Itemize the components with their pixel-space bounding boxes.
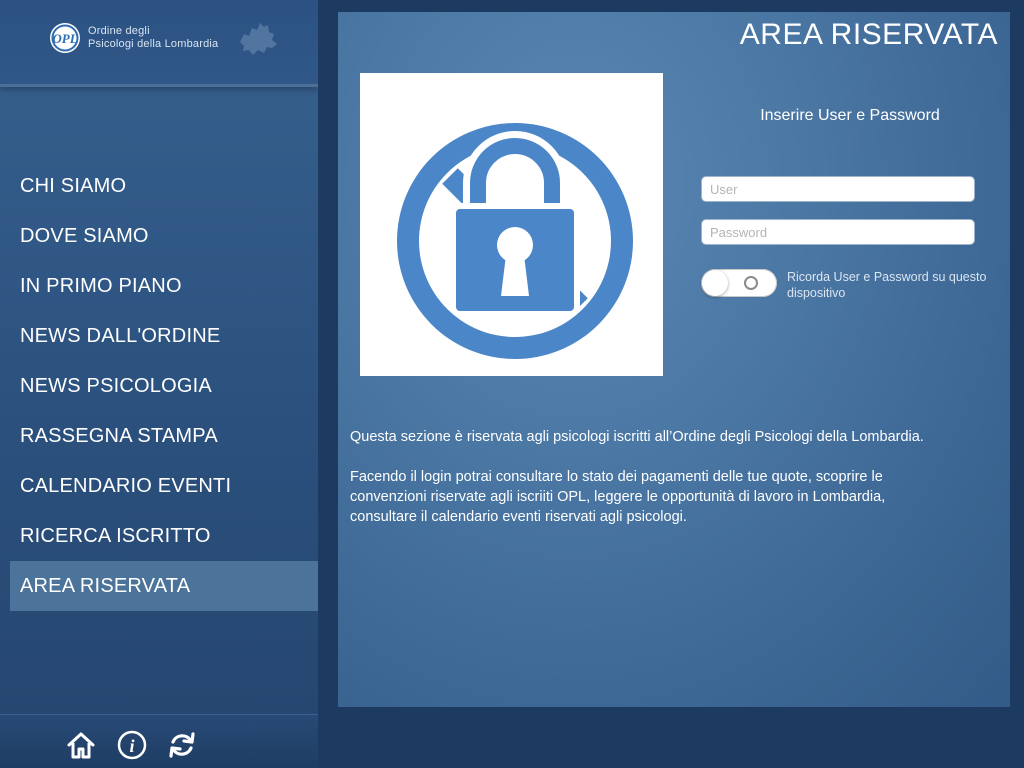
user-input[interactable] [701, 176, 975, 202]
nav-item-in-primo-piano[interactable]: IN PRIMO PIANO [0, 261, 318, 311]
svg-text:i: i [129, 736, 134, 756]
password-input[interactable] [701, 219, 975, 245]
brand-name: Ordine degli Psicologi della Lombardia [88, 25, 218, 51]
sidebar-header: OPL Ordine degli Psicologi della Lombard… [0, 0, 318, 87]
toggle-off-icon [744, 276, 758, 290]
no-access-lock-icon [397, 123, 633, 359]
remember-toggle[interactable] [701, 269, 777, 297]
lock-image [360, 73, 663, 376]
reserved-area-panel: AREA RISERVATA Inserire User e Password … [338, 12, 1010, 707]
page-title: AREA RISERVATA [739, 18, 998, 51]
lombardia-map-icon [240, 23, 277, 55]
sidebar: OPL Ordine degli Psicologi della Lombard… [0, 0, 318, 768]
brand-name-line2: Psicologi della Lombardia [88, 38, 219, 50]
remember-label: Ricorda User e Password su questo dispos… [787, 270, 987, 300]
main-nav: CHI SIAMO DOVE SIAMO IN PRIMO PIANO NEWS… [0, 161, 318, 611]
nav-item-news-ordine[interactable]: NEWS DALL'ORDINE [0, 311, 318, 361]
login-prompt: Inserire User e Password [760, 107, 940, 124]
brand-name-line1: Ordine degli [88, 25, 150, 37]
main-area: AREA RISERVATA Inserire User e Password … [318, 0, 1024, 768]
nav-item-ricerca-iscritto[interactable]: RICERCA ISCRITTO [0, 511, 318, 561]
description-paragraph-1: Questa sezione è riservata agli psicolog… [350, 429, 924, 445]
logo-initials: OPL [52, 31, 77, 46]
nav-item-area-riservata[interactable]: AREA RISERVATA [10, 561, 318, 611]
nav-item-news-psicologia[interactable]: NEWS PSICOLOGIA [0, 361, 318, 411]
nav-item-rassegna-stampa[interactable]: RASSEGNA STAMPA [0, 411, 318, 461]
sidebar-footer: i [0, 714, 318, 768]
home-icon[interactable] [65, 729, 97, 761]
description: Questa sezione è riservata agli psicolog… [350, 427, 950, 547]
info-icon[interactable]: i [116, 729, 148, 761]
nav-item-dove-siamo[interactable]: DOVE SIAMO [0, 211, 318, 261]
opl-logo-icon: OPL [50, 23, 80, 53]
refresh-icon[interactable] [166, 729, 198, 761]
nav-item-calendario-eventi[interactable]: CALENDARIO EVENTI [0, 461, 318, 511]
toggle-knob [702, 270, 728, 296]
description-paragraph-2: Facendo il login potrai consultare lo st… [350, 469, 886, 525]
nav-item-chi-siamo[interactable]: CHI SIAMO [0, 161, 318, 211]
